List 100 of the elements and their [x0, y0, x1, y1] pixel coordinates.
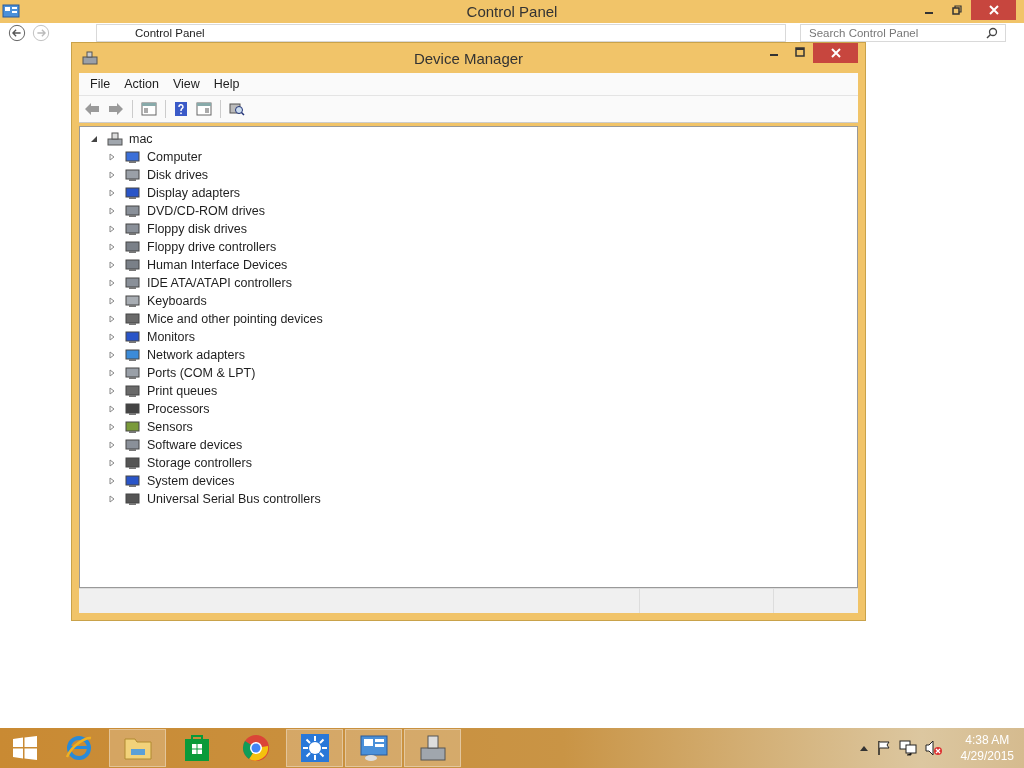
expand-arrow-icon[interactable] — [108, 441, 116, 449]
window-title: Control Panel — [466, 3, 558, 20]
expand-arrow-icon[interactable] — [108, 459, 116, 467]
taskbar-button[interactable] — [109, 729, 166, 767]
control-panel-icon — [2, 3, 20, 20]
expand-arrow-icon[interactable] — [108, 225, 116, 233]
device-icon — [124, 257, 142, 273]
expand-arrow-icon[interactable] — [108, 279, 116, 287]
device-icon — [124, 293, 142, 309]
expand-arrow-icon[interactable] — [108, 315, 116, 323]
tree-item[interactable]: Universal Serial Bus controllers — [147, 492, 321, 506]
tree-item[interactable]: Software devices — [147, 438, 243, 452]
tree-item[interactable]: Display adapters — [147, 186, 241, 200]
expand-arrow-icon[interactable] — [108, 333, 116, 341]
taskbar-button[interactable] — [404, 729, 461, 767]
console-tree-button[interactable] — [139, 100, 159, 118]
expand-arrow-icon[interactable] — [108, 243, 116, 251]
close-button[interactable] — [971, 0, 1016, 20]
menu-item[interactable]: View — [165, 77, 207, 91]
close-icon — [830, 48, 841, 58]
device-icon — [124, 473, 142, 489]
device-icon — [124, 491, 142, 507]
sun-icon — [299, 733, 330, 763]
browser-icon — [240, 733, 271, 763]
forward-button[interactable] — [106, 100, 126, 118]
expand-arrow-icon[interactable] — [108, 405, 116, 413]
expand-arrow-icon[interactable] — [108, 297, 116, 305]
tree-item[interactable]: Processors — [147, 402, 210, 416]
folder-icon — [122, 735, 153, 761]
tree-item[interactable]: mac — [129, 132, 153, 146]
expand-arrow-icon[interactable] — [108, 171, 116, 179]
minimize-icon — [925, 12, 933, 14]
caret-icon[interactable] — [858, 744, 869, 752]
device-icon — [124, 185, 142, 201]
minimize-icon — [770, 54, 778, 56]
action-pane-button[interactable] — [194, 100, 214, 118]
expand-arrow-icon[interactable] — [108, 477, 116, 485]
tree-item[interactable]: Network adapters — [147, 348, 245, 362]
tree-item[interactable]: Sensors — [147, 420, 193, 434]
windows-logo-icon — [12, 735, 38, 761]
search-icon — [986, 27, 998, 39]
expand-arrow-icon[interactable] — [108, 495, 116, 503]
device-icon — [124, 149, 142, 165]
expand-arrow-icon[interactable] — [108, 369, 116, 377]
device-icon — [124, 437, 142, 453]
tree-item[interactable]: Computer — [147, 150, 202, 164]
menu-item[interactable]: Help — [206, 77, 247, 91]
tree-item[interactable]: Mice and other pointing devices — [147, 312, 323, 326]
tree-item[interactable]: Human Interface Devices — [147, 258, 288, 272]
device-icon — [124, 275, 142, 291]
store-icon — [183, 734, 210, 762]
device-icon — [124, 221, 142, 237]
restore-icon — [952, 5, 962, 15]
device-icon — [124, 329, 142, 345]
expand-arrow-icon[interactable] — [108, 207, 116, 215]
menu-item[interactable]: File — [83, 77, 118, 91]
tree-item[interactable]: Keyboards — [147, 294, 207, 308]
window-title: Device Manager — [413, 49, 524, 67]
device-icon — [124, 455, 142, 471]
device-icon — [124, 419, 142, 435]
expand-arrow-icon[interactable] — [108, 423, 116, 431]
tree-item[interactable]: Floppy drive controllers — [147, 240, 277, 254]
tree-item[interactable]: Storage controllers — [147, 456, 252, 470]
collapse-arrow-icon[interactable] — [90, 135, 98, 143]
forward-button[interactable] — [32, 24, 50, 42]
tree-item[interactable]: Print queues — [147, 384, 218, 398]
tree-item[interactable]: Disk drives — [147, 168, 209, 182]
maximize-icon — [795, 47, 805, 57]
device-icon — [124, 239, 142, 255]
close-button[interactable] — [813, 43, 858, 63]
flag-icon[interactable] — [876, 740, 891, 756]
breadcrumb[interactable]: Control Panel — [135, 27, 205, 39]
device-icon — [124, 203, 142, 219]
tree-item[interactable]: Floppy disk drives — [147, 222, 248, 236]
network-icon[interactable] — [898, 740, 917, 756]
expand-arrow-icon[interactable] — [108, 189, 116, 197]
expand-arrow-icon[interactable] — [108, 261, 116, 269]
ie-icon — [63, 733, 94, 763]
device-icon — [124, 347, 142, 363]
device-icon — [124, 365, 142, 381]
taskbar-button[interactable] — [345, 729, 402, 767]
device-icon — [124, 401, 142, 417]
back-button[interactable] — [8, 24, 26, 42]
muted-speaker-icon[interactable] — [924, 740, 943, 756]
tree-item[interactable]: DVD/CD-ROM drives — [147, 204, 266, 218]
expand-arrow-icon[interactable] — [108, 153, 116, 161]
menu-item[interactable]: Action — [117, 77, 166, 91]
tree-item[interactable]: Ports (COM & LPT) — [147, 366, 256, 380]
help-button[interactable] — [172, 99, 190, 119]
device-icon — [124, 167, 142, 183]
tree-item[interactable]: IDE ATA/ATAPI controllers — [147, 276, 292, 290]
expand-arrow-icon[interactable] — [108, 351, 116, 359]
expand-arrow-icon[interactable] — [108, 387, 116, 395]
search-field[interactable]: Search Control Panel — [800, 24, 1006, 42]
device-icon — [124, 383, 142, 399]
taskbar-button[interactable] — [286, 729, 343, 767]
tree-item[interactable]: System devices — [147, 474, 235, 488]
tree-item[interactable]: Monitors — [147, 330, 195, 344]
address-bar[interactable]: Control Panel — [96, 24, 786, 42]
control-panel-icon — [358, 734, 389, 762]
